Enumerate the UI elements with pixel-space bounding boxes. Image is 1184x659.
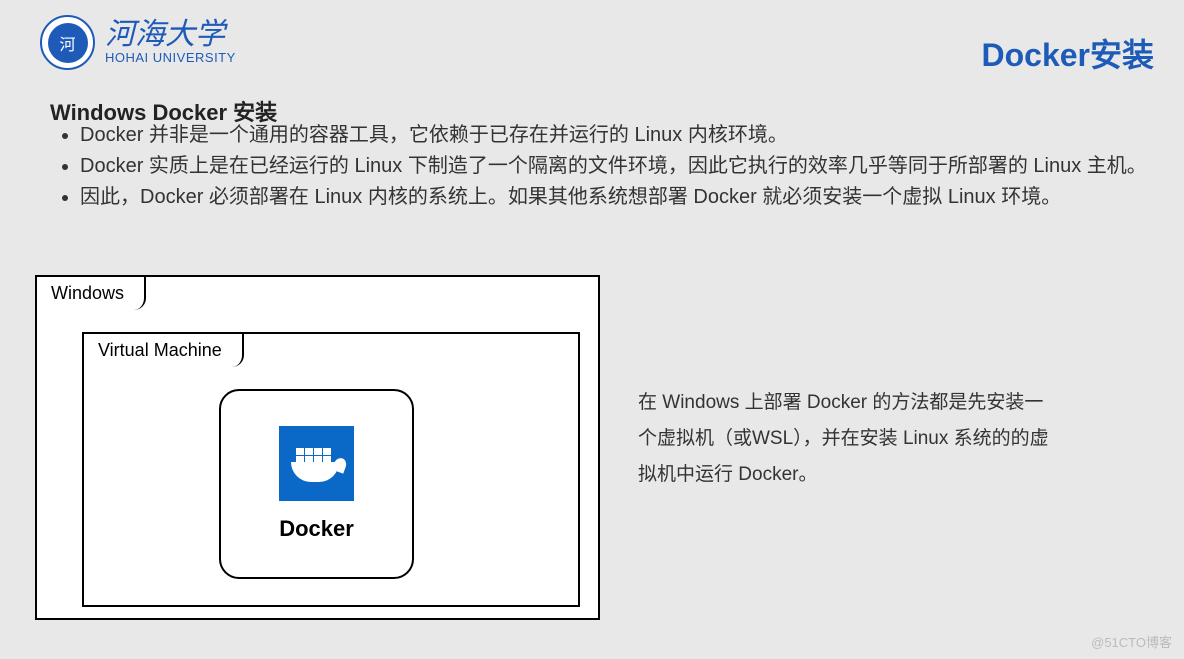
university-name-en: HOHAI UNIVERSITY [105,50,236,65]
bullet-item: Docker 并非是一个通用的容器工具，它依赖于已存在并运行的 Linux 内核… [80,120,1147,151]
windows-box: Windows Virtual Machine [35,275,600,620]
watermark: @51CTO博客 [1091,632,1172,651]
docker-whale-icon [289,444,344,484]
page-title: Docker安装 [981,30,1154,76]
windows-label: Windows [35,275,146,310]
nested-diagram: Windows Virtual Machine [35,265,600,620]
slide-header: 河 河海大学 HOHAI UNIVERSITY Docker安装 [0,0,1184,70]
docker-box: Docker [219,389,414,579]
bullet-item: Docker 实质上是在已经运行的 Linux 下制造了一个隔离的文件环境，因此… [80,151,1147,182]
bullet-list: Docker 并非是一个通用的容器工具，它依赖于已存在并运行的 Linux 内核… [60,120,1147,213]
university-name-block: 河海大学 HOHAI UNIVERSITY [105,20,236,65]
virtual-machine-box: Virtual Machine [82,332,580,607]
university-name-cn: 河海大学 [105,20,236,50]
side-explanation: 在 Windows 上部署 Docker 的方法都是先安装一个虚拟机（或WSL）… [638,385,1058,493]
docker-label: Docker [279,516,354,542]
university-seal: 河 [40,15,95,70]
bullet-item: 因此，Docker 必须部署在 Linux 内核的系统上。如果其他系统想部署 D… [80,182,1147,213]
virtual-machine-label: Virtual Machine [82,332,244,367]
university-logo-area: 河 河海大学 HOHAI UNIVERSITY [40,15,236,70]
docker-logo-icon [279,426,354,501]
seal-icon: 河 [48,23,88,63]
